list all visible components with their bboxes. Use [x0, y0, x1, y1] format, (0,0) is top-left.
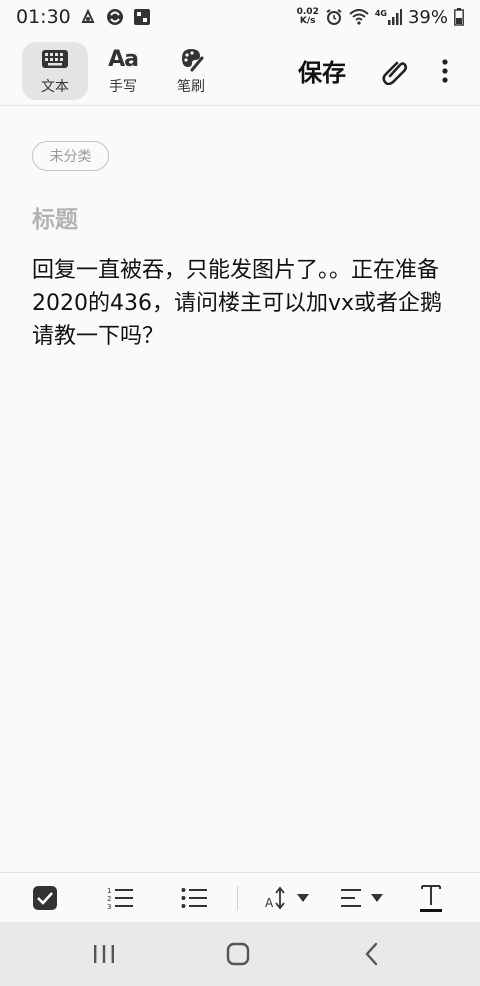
align-icon[interactable] [338, 873, 388, 923]
brush-icon [178, 45, 204, 73]
title-field[interactable]: 标题 [32, 200, 78, 234]
category-chip[interactable]: 未分类 [32, 141, 109, 171]
status-time: 01:30 [16, 6, 71, 28]
status-bar: 01:30 0.02 K/s 4G 39% [0, 0, 480, 34]
save-button[interactable]: 保存 [298, 53, 346, 88]
gallery-icon [133, 8, 151, 26]
notification-icon [79, 8, 97, 26]
signal-icon: 4G [375, 9, 402, 25]
battery-percent: 39% [407, 6, 448, 28]
paperclip-icon[interactable] [378, 54, 412, 88]
mode-handwriting-button[interactable]: Aa 手写 [90, 42, 156, 100]
handwriting-icon: Aa [108, 46, 139, 72]
mode-text-button[interactable]: 文本 [22, 41, 88, 100]
recent-apps-icon[interactable] [74, 934, 134, 974]
keyboard-icon [41, 45, 69, 73]
editor-toolbar: 文本 Aa 手写 笔刷 保存 [0, 36, 480, 106]
svg-text:2: 2 [107, 895, 111, 903]
format-bar: 1 2 3 A [0, 872, 480, 922]
wifi-icon [349, 9, 369, 25]
back-icon[interactable] [342, 934, 402, 974]
battery-icon [454, 8, 464, 26]
svg-text:3: 3 [107, 903, 111, 910]
mode-label: 笔刷 [177, 79, 205, 95]
net-speed: 0.02 K/s [296, 7, 319, 26]
mode-brush-button[interactable]: 笔刷 [158, 42, 224, 100]
sync-icon [105, 7, 125, 27]
svg-text:1: 1 [107, 887, 111, 895]
note-body[interactable]: 回复一直被吞，只能发图片了。。正在准备2020的436，请问楼主可以加vx或者企… [32, 254, 452, 353]
format-divider [237, 886, 238, 910]
font-size-icon[interactable]: A [262, 873, 312, 923]
home-icon[interactable] [208, 934, 268, 974]
numbered-list-icon[interactable]: 1 2 3 [104, 873, 138, 923]
more-vertical-icon[interactable] [428, 54, 462, 88]
svg-text:A: A [265, 896, 274, 910]
navigation-bar [0, 922, 480, 986]
mode-label: 手写 [109, 79, 137, 95]
bullet-list-icon[interactable] [180, 873, 210, 923]
checkbox-icon[interactable] [28, 873, 62, 923]
alarm-icon [325, 8, 343, 26]
text-style-icon[interactable] [416, 873, 446, 923]
mode-label: 文本 [41, 79, 69, 95]
